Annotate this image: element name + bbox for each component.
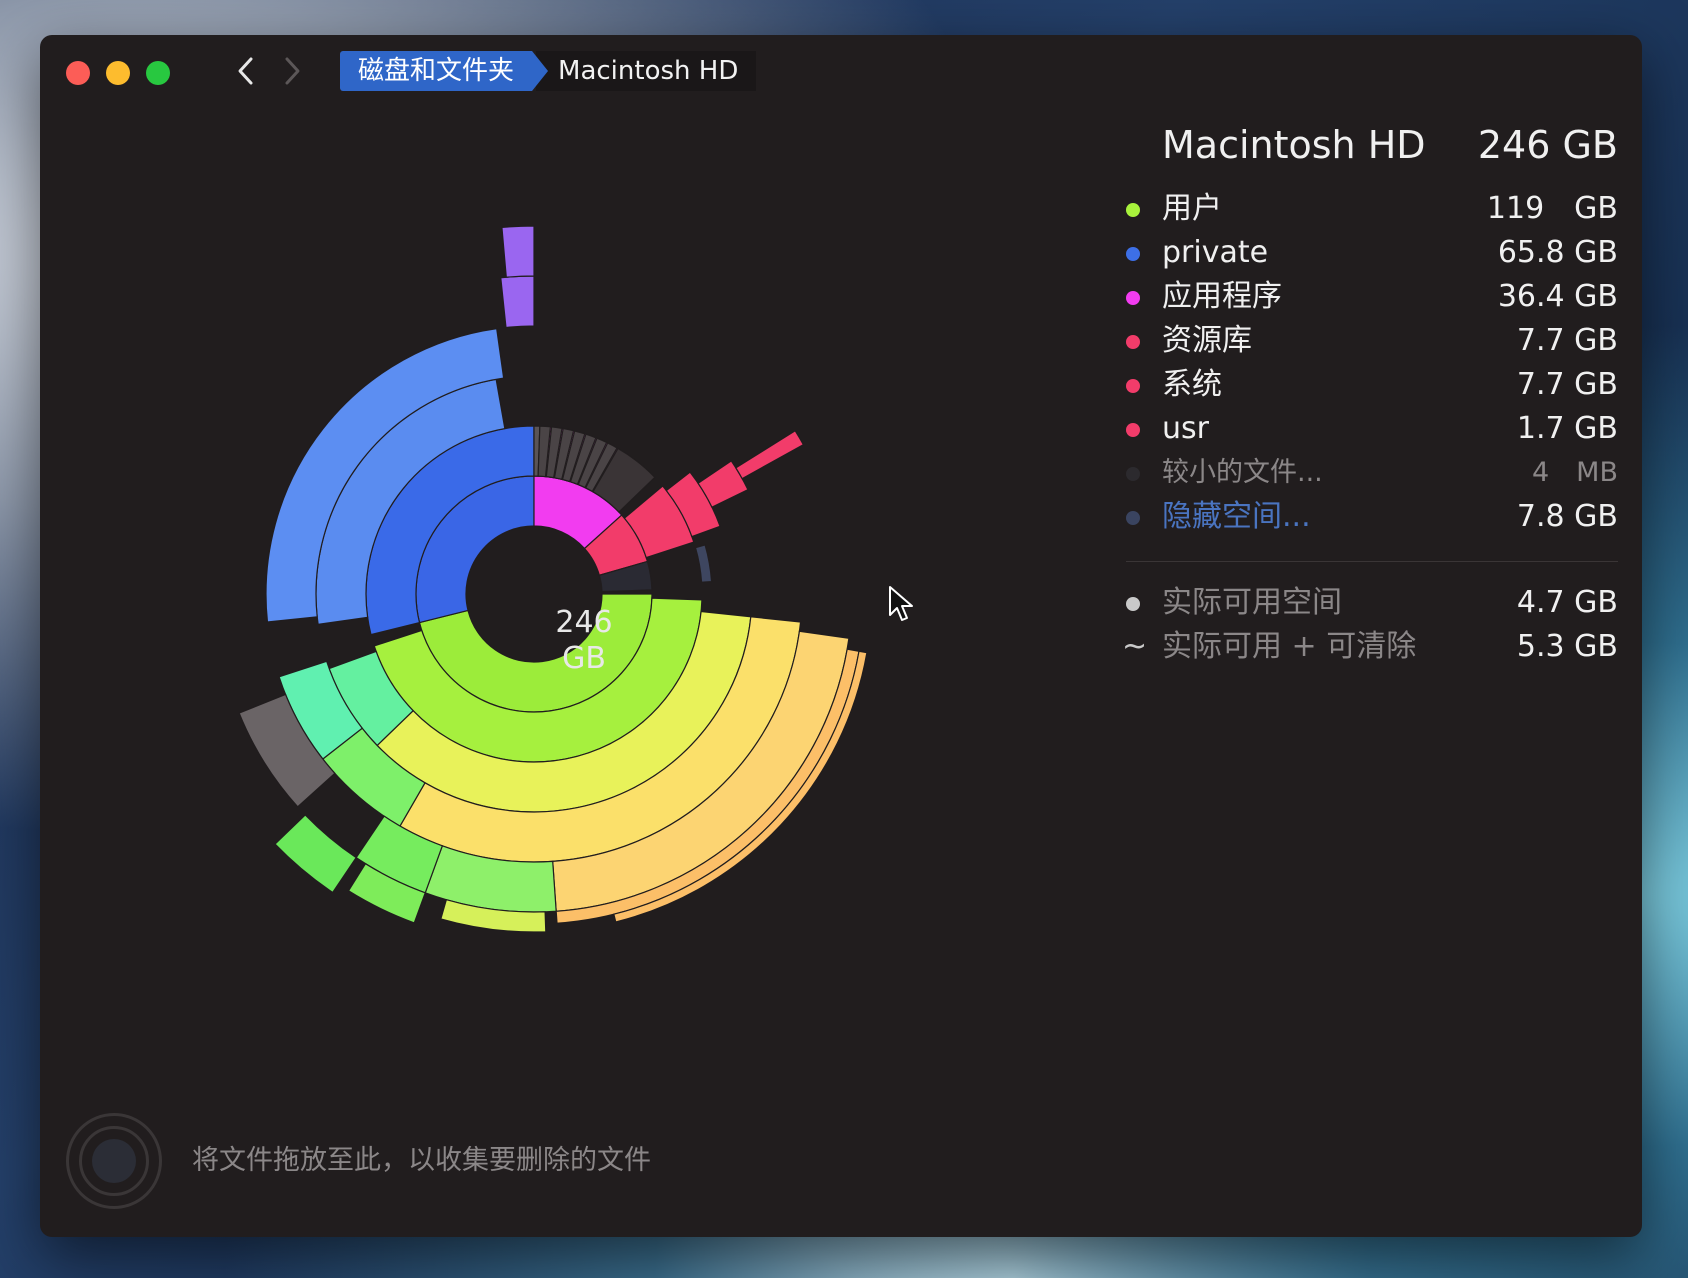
legend-label: 系统 (1162, 367, 1222, 402)
legend-dot (1126, 335, 1140, 349)
legend-item-library[interactable]: 资源库 7.7 GB (1126, 319, 1618, 363)
legend-value: 119 GB (1486, 191, 1618, 226)
purgeable-space-value: 5.3 GB (1516, 629, 1618, 664)
legend-item-private[interactable]: private 65.8 GB (1126, 231, 1618, 275)
legend-label: 较小的文件... (1162, 457, 1323, 488)
legend-item-applications[interactable]: 应用程序 36.4 GB (1126, 275, 1618, 319)
legend-value: 36.4 GB (1497, 279, 1618, 314)
legend-dot (1126, 203, 1140, 217)
legend-value: 4 MB (1532, 457, 1618, 488)
available-space-value: 4.7 GB (1516, 585, 1618, 620)
legend-item-system[interactable]: 系统 7.7 GB (1126, 363, 1618, 407)
available-space-row: 实际可用空间 4.7 GB (1126, 581, 1618, 625)
legend-dot (1126, 291, 1140, 305)
app-window: 磁盘和文件夹 Macintosh HD 246 GB Macintosh HD … (40, 35, 1642, 1237)
center-size-label[interactable]: 246 GB (534, 605, 634, 677)
legend-label: 应用程序 (1162, 279, 1282, 314)
legend-item-usr[interactable]: usr 1.7 GB (1126, 407, 1618, 451)
approx-icon: ~ (1122, 629, 1148, 664)
segment-private-child[interactable] (501, 225, 535, 278)
legend-dot (1126, 423, 1140, 437)
legend-dot (1126, 511, 1140, 525)
legend-value: 7.7 GB (1516, 367, 1618, 402)
purgeable-space-row: ~ 实际可用 + 可清除 5.3 GB (1122, 625, 1618, 669)
disk-name: Macintosh HD (1162, 123, 1426, 167)
disk-total-size: 246 GB (1477, 123, 1618, 167)
purgeable-space-label: 实际可用 + 可清除 (1162, 629, 1417, 664)
available-dot (1126, 597, 1140, 611)
legend-value: 65.8 GB (1497, 235, 1618, 270)
legend-item-hidden-space[interactable]: 隐藏空间... 7.8 GB (1126, 495, 1618, 539)
mouse-pointer-icon (889, 586, 913, 621)
segment-hidden-child[interactable] (694, 544, 713, 583)
legend-value: 1.7 GB (1516, 411, 1618, 446)
segment-private-child[interactable] (500, 275, 535, 329)
legend-divider (1126, 561, 1618, 562)
legend-label[interactable]: 隐藏空间... (1162, 495, 1311, 539)
legend-label: 资源库 (1162, 323, 1252, 358)
legend-item-smaller-files[interactable]: 较小的文件... 4 MB (1126, 451, 1618, 495)
segment-users-child[interactable] (274, 814, 358, 894)
legend-item-users[interactable]: 用户 119 GB (1126, 187, 1618, 231)
legend-value: 7.7 GB (1516, 323, 1618, 358)
center-size-value: 246 (555, 605, 613, 640)
center-size-unit: GB (562, 641, 606, 676)
legend-dot (1126, 379, 1140, 393)
legend-label: 用户 (1162, 191, 1222, 226)
legend-list: 用户 119 GB private 65.8 GB 应用程序 36.4 GB 资… (1126, 187, 1618, 539)
legend-dot (1126, 467, 1140, 481)
collector-drop-target[interactable] (66, 1113, 162, 1209)
drop-hint-text: 将文件拖放至此，以收集要删除的文件 (192, 1145, 651, 1176)
available-space-label: 实际可用空间 (1162, 585, 1342, 620)
legend-label: usr (1162, 411, 1209, 446)
segment-library-child[interactable] (735, 429, 805, 480)
legend-dot (1126, 247, 1140, 261)
legend-label: private (1162, 235, 1269, 270)
legend-value: 7.8 GB (1516, 499, 1618, 534)
